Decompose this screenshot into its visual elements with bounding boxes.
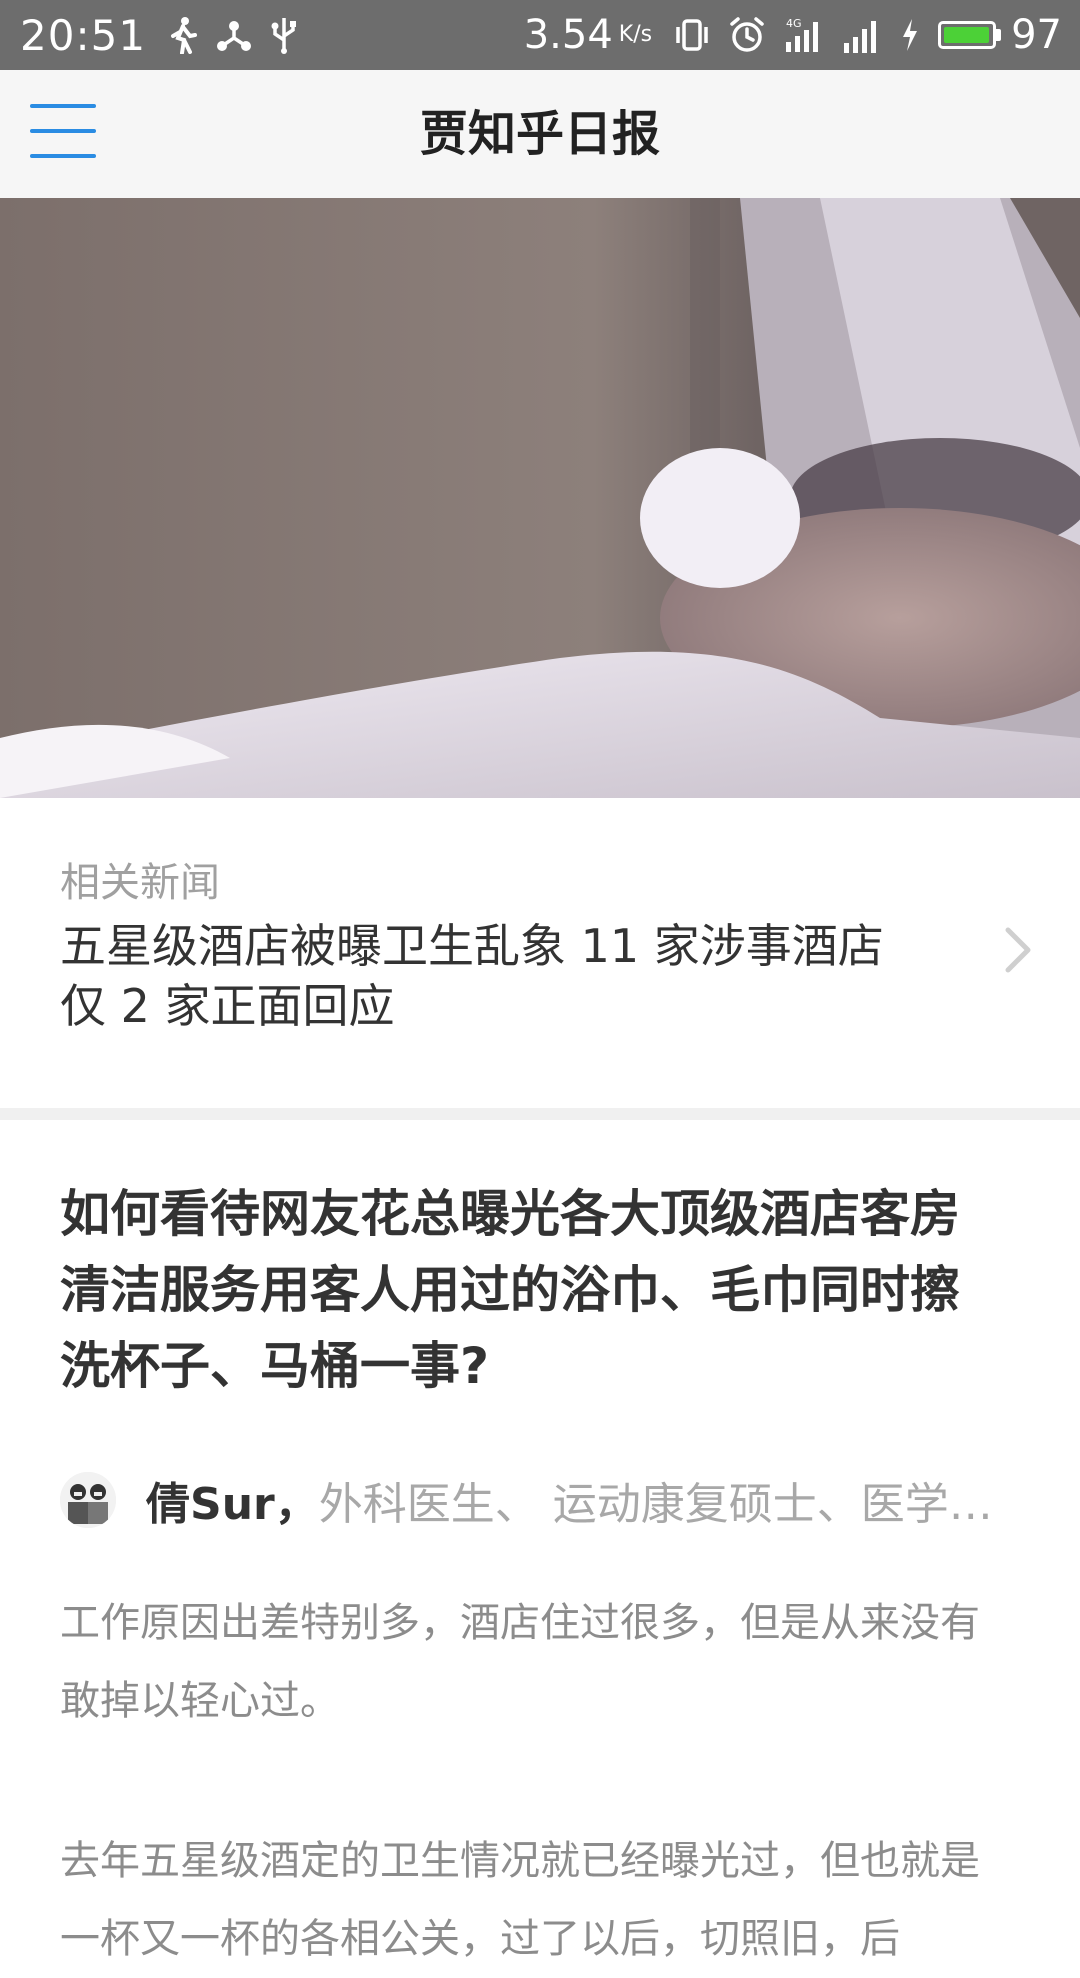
network-speed: 3.54 bbox=[523, 12, 613, 58]
author-name[interactable]: 倩Sur， bbox=[146, 1470, 319, 1530]
battery-cap bbox=[996, 29, 1002, 41]
status-bar: 20:51 3.54 K/s 4G 97 bbox=[0, 0, 1080, 70]
article-paragraph: 去年五星级酒定的卫生情况就已经曝光过，但也就是一杯又一杯的各相公关，过了以后，切… bbox=[60, 1838, 980, 1962]
page-title: 贾知乎日报 bbox=[419, 106, 660, 162]
alarm-icon bbox=[728, 16, 766, 54]
charging-icon bbox=[900, 17, 920, 53]
network-speed-unit: K/s bbox=[618, 22, 653, 47]
related-news-card[interactable]: 相关新闻 五星级酒店被曝卫生乱象 11 家涉事酒店仅 2 家正面回应 bbox=[0, 798, 1080, 1108]
signal-4g-icon: 4G bbox=[784, 16, 824, 54]
battery-body bbox=[938, 21, 997, 49]
related-news-title[interactable]: 五星级酒店被曝卫生乱象 11 家涉事酒店仅 2 家正面回应 bbox=[60, 916, 920, 1036]
usb-icon bbox=[270, 16, 298, 54]
status-right: 3.54 K/s 4G 97 bbox=[524, 12, 1062, 58]
share-icon bbox=[216, 18, 252, 52]
vibrate-icon bbox=[674, 17, 710, 53]
author-row[interactable]: 倩Sur， 外科医生、 运动康复硕士、医学科普作者 bbox=[60, 1470, 1020, 1530]
status-left: 20:51 bbox=[20, 11, 316, 60]
signal-icon bbox=[842, 17, 882, 53]
author-bio: 外科医生、 运动康复硕士、医学科普作者 bbox=[318, 1479, 999, 1530]
section-divider bbox=[0, 1108, 1080, 1120]
related-news-label: 相关新闻 bbox=[60, 860, 220, 906]
hero-photo bbox=[0, 198, 1080, 798]
status-time: 20:51 bbox=[20, 10, 147, 60]
chevron-right-icon[interactable] bbox=[1002, 926, 1034, 978]
avatar[interactable] bbox=[60, 1472, 116, 1528]
battery-icon bbox=[938, 21, 1002, 49]
app-header: 贾知乎日报 bbox=[0, 70, 1080, 199]
battery-percent: 97 bbox=[1011, 12, 1062, 58]
svg-text:4G: 4G bbox=[786, 17, 802, 30]
article-content: 如何看待网友花总曝光各大顶级酒店客房清洁服务用客人用过的浴巾、毛巾同时擦洗杯子、… bbox=[0, 1120, 1080, 1962]
walk-icon bbox=[168, 16, 198, 54]
question-title: 如何看待网友花总曝光各大顶级酒店客房清洁服务用客人用过的浴巾、毛巾同时擦洗杯子、… bbox=[60, 1185, 960, 1395]
hero-image bbox=[0, 198, 1080, 798]
article-paragraph: 工作原因出差特别多，酒店住过很多，但是从来没有敢掉以轻心过。 bbox=[60, 1600, 980, 1724]
battery-fill bbox=[944, 27, 989, 43]
